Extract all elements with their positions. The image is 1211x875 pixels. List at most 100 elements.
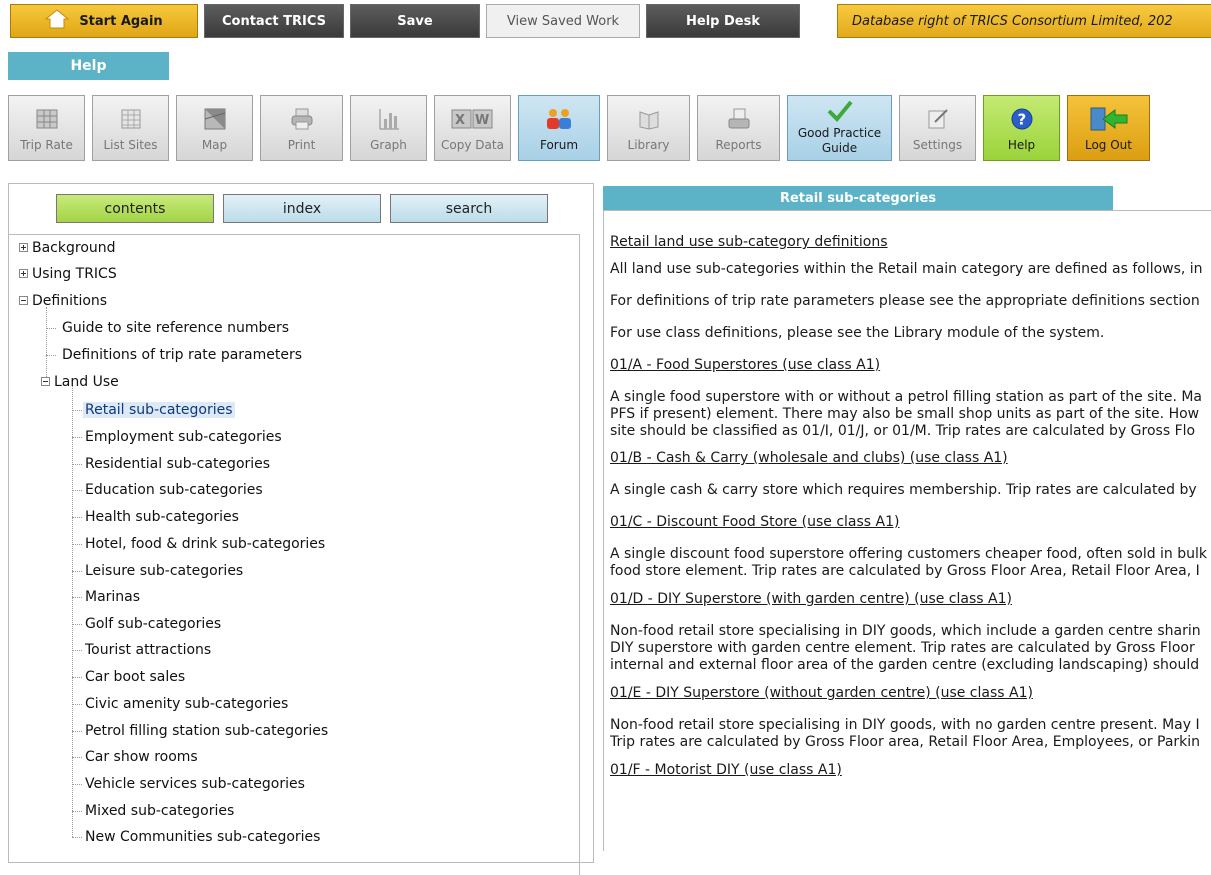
view-saved-work-button[interactable]: View Saved Work (486, 4, 640, 38)
good-practice-guide-button[interactable]: Good Practice Guide (787, 95, 892, 161)
help-content: Retail land use sub-category definitions… (610, 230, 1211, 779)
collapse-icon[interactable] (19, 295, 28, 305)
svg-text:?: ? (1017, 111, 1026, 129)
section-title-01b: 01/B - Cash & Carry (wholesale and clubs… (610, 450, 1008, 466)
tree-node-car-boot-sales[interactable]: Car boot sales (72, 668, 185, 686)
library-label: Library (627, 138, 670, 152)
tree-node-vehicle-services[interactable]: Vehicle services sub-categories (72, 775, 305, 793)
tree-node-petrol-filling-station[interactable]: Petrol filling station sub-categories (72, 722, 328, 740)
copy-data-button[interactable]: XW Copy Data (434, 95, 511, 161)
tree-node-golf[interactable]: Golf sub-categories (72, 615, 221, 633)
tree-node-definitions[interactable]: Definitions (19, 292, 107, 310)
trip-rate-label: Trip Rate (20, 138, 73, 152)
tab-contents[interactable]: contents (56, 194, 214, 223)
tree-node-tourist-attractions[interactable]: Tourist attractions (72, 641, 211, 659)
log-out-icon (1089, 106, 1129, 132)
expand-icon[interactable] (19, 242, 28, 252)
tree-node-residential[interactable]: Residential sub-categories (72, 455, 270, 473)
section-title-01c: 01/C - Discount Food Store (use class A1… (610, 514, 900, 530)
map-button[interactable]: Map (176, 95, 253, 161)
section-title-01a: 01/A - Food Superstores (use class A1) (610, 357, 881, 373)
map-label: Map (201, 138, 228, 152)
section-text: A single discount food superstore offeri… (610, 546, 1208, 562)
section-text: A single cash & carry store which requir… (610, 482, 1197, 498)
graph-icon (375, 106, 403, 132)
tree-node-background[interactable]: Background (19, 239, 116, 257)
tree-node-guide-site-ref[interactable]: Guide to site reference numbers (46, 319, 289, 337)
tree-connector (72, 385, 73, 837)
forum-icon (545, 106, 573, 132)
list-sites-button[interactable]: List Sites (92, 95, 169, 161)
section-text: A single food superstore with or without… (610, 389, 1203, 405)
settings-icon (924, 106, 952, 132)
contact-trics-button[interactable]: Contact TRICS (204, 4, 344, 38)
help-button[interactable]: ? Help (983, 95, 1060, 161)
collapse-icon[interactable] (41, 376, 50, 386)
section-text: food store element. Trip rates are calcu… (610, 563, 1200, 579)
graph-label: Graph (370, 138, 407, 152)
database-right-notice: Database right of TRICS Consortium Limit… (837, 4, 1211, 38)
good-practice-label-line1: Good Practice (797, 126, 882, 140)
tree-node-using-trics[interactable]: Using TRICS (19, 265, 117, 283)
forum-label: Forum (539, 138, 579, 152)
log-out-button[interactable]: Log Out (1067, 95, 1150, 161)
tree-node-trip-rate-params[interactable]: Definitions of trip rate parameters (46, 346, 302, 364)
start-again-button[interactable]: Start Again (10, 4, 198, 38)
print-button[interactable]: Print (260, 95, 343, 161)
tab-search[interactable]: search (390, 194, 548, 223)
content-heading: Retail sub-categories (603, 186, 1113, 210)
section-text: PFS if present) element. There may also … (610, 406, 1200, 422)
library-icon (635, 106, 663, 132)
graph-button[interactable]: Graph (350, 95, 427, 161)
tree-node-leisure[interactable]: Leisure sub-categories (72, 562, 243, 580)
tree-node-new-communities[interactable]: New Communities sub-categories (72, 828, 320, 846)
section-text: Non-food retail store specialising in DI… (610, 623, 1201, 639)
tree-node-civic-amenity[interactable]: Civic amenity sub-categories (72, 695, 288, 713)
good-practice-label-line2: Guide (821, 141, 858, 155)
help-navigation-panel: contents index search Background Using T… (8, 183, 594, 875)
content-paragraph: For use class definitions, please see th… (610, 325, 1105, 341)
reports-icon (725, 106, 753, 132)
content-title: Retail land use sub-category definitions (610, 234, 888, 250)
reports-button[interactable]: Reports (697, 95, 780, 161)
tree-node-land-use[interactable]: Land Use (41, 373, 119, 391)
svg-text:X: X (455, 113, 465, 128)
help-desk-button[interactable]: Help Desk (646, 4, 800, 38)
tree-node-education[interactable]: Education sub-categories (72, 481, 263, 499)
start-again-label: Start Again (79, 13, 163, 29)
tree-node-retail[interactable]: Retail sub-categories (72, 401, 235, 419)
section-text: Non-food retail store specialising in DI… (610, 717, 1200, 733)
trip-rate-icon (33, 106, 61, 132)
settings-button[interactable]: Settings (899, 95, 976, 161)
list-sites-icon (117, 106, 145, 132)
tree-node-mixed[interactable]: Mixed sub-categories (72, 802, 234, 820)
tab-index[interactable]: index (223, 194, 381, 223)
section-text: internal and external floor area of the … (610, 657, 1200, 673)
tree-node-marinas[interactable]: Marinas (72, 588, 140, 606)
tree-node-employment[interactable]: Employment sub-categories (72, 428, 282, 446)
library-button[interactable]: Library (607, 95, 690, 161)
tree-node-hotel-food-drink[interactable]: Hotel, food & drink sub-categories (72, 535, 325, 553)
navigation-tabs: contents index search (56, 194, 548, 223)
section-title-01f: 01/F - Motorist DIY (use class A1) (610, 762, 842, 778)
save-button[interactable]: Save (350, 4, 480, 38)
help-tab[interactable]: Help (8, 52, 169, 80)
printer-icon (288, 106, 316, 132)
settings-label: Settings (912, 138, 963, 152)
top-bar: Start Again Contact TRICS Save View Save… (10, 4, 800, 38)
section-text: site should be classified as 01/I, 01/J,… (610, 423, 1196, 439)
section-text: DIY superstore with garden centre elemen… (610, 640, 1195, 656)
trip-rate-button[interactable]: Trip Rate (8, 95, 85, 161)
contents-tree: Background Using TRICS Definitions Guide… (9, 234, 580, 875)
forum-button[interactable]: Forum (518, 95, 600, 161)
tree-node-car-show-rooms[interactable]: Car show rooms (72, 748, 198, 766)
section-title-01e: 01/E - DIY Superstore (without garden ce… (610, 685, 1033, 701)
list-sites-label: List Sites (103, 138, 158, 152)
section-text: Trip rates are calculated by Gross Floor… (610, 734, 1201, 750)
expand-icon[interactable] (19, 268, 28, 278)
tree-node-health[interactable]: Health sub-categories (72, 508, 239, 526)
log-out-label: Log Out (1084, 138, 1132, 152)
print-label: Print (287, 138, 316, 152)
module-toolbar: Trip Rate List Sites Map Print Graph XW … (8, 95, 1157, 161)
help-icon: ? (1008, 106, 1036, 132)
